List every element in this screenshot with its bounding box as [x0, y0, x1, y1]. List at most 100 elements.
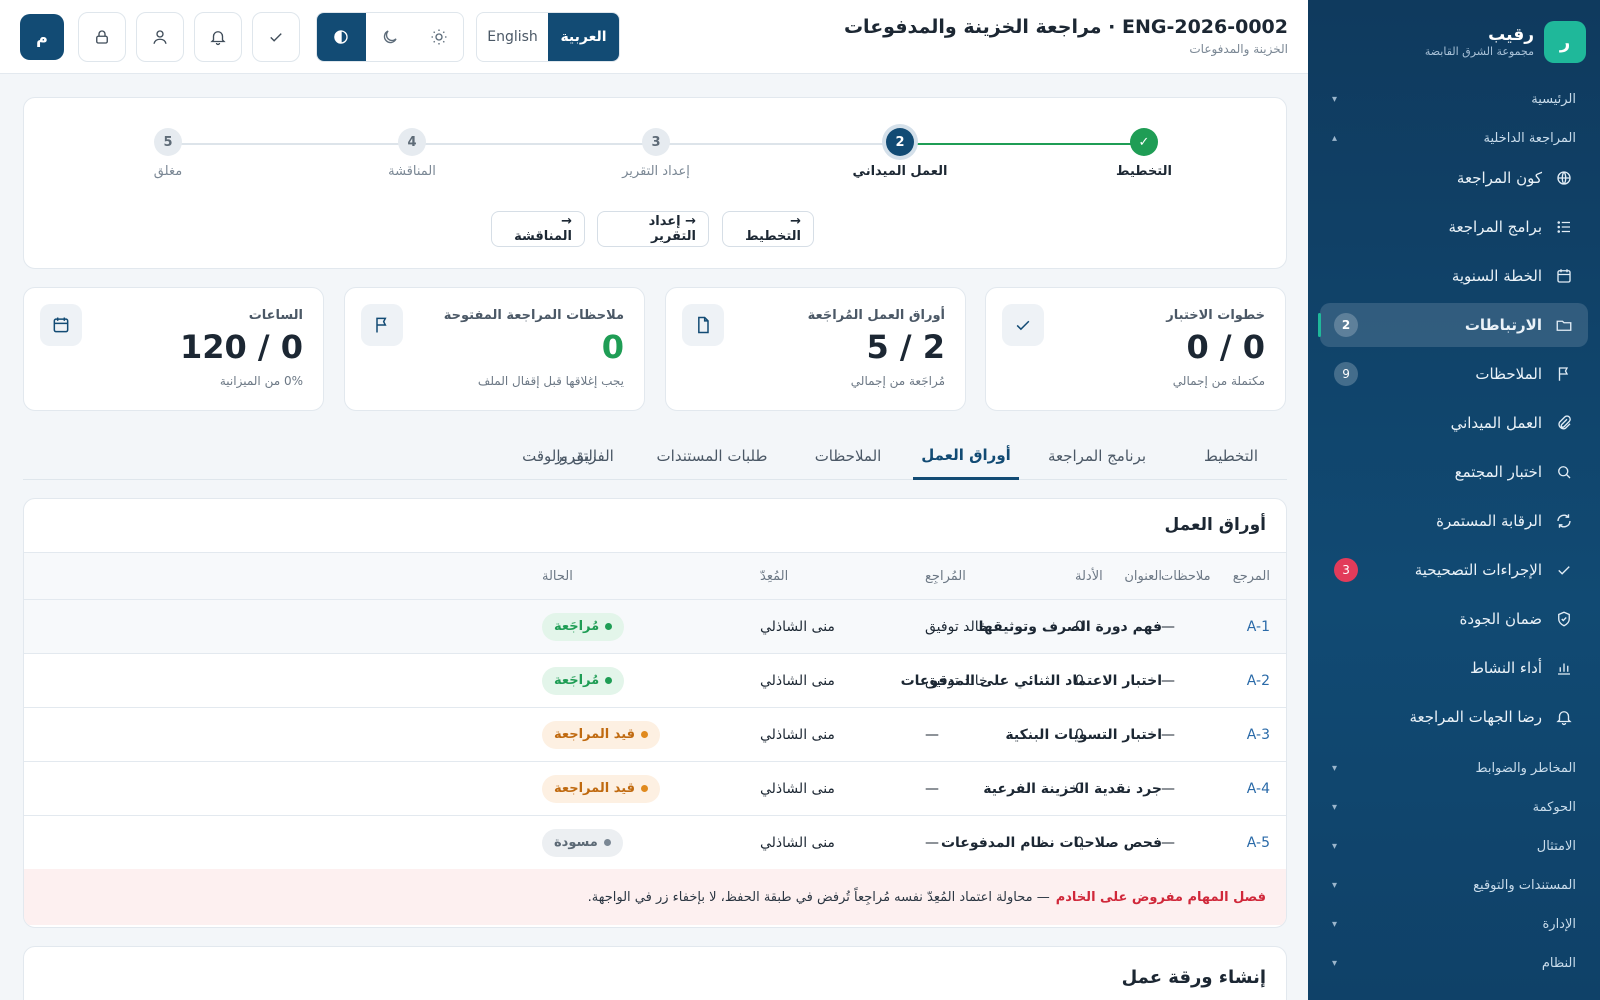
count-badge: 9: [1334, 362, 1358, 386]
sidebar-item-5[interactable]: العمل الميداني: [1320, 401, 1588, 445]
sidebar-item-10[interactable]: أداء النشاط: [1320, 646, 1588, 690]
profile-button[interactable]: [136, 12, 184, 62]
segregation-of-duties-notice: فصل المهام مفروض على الخادم — محاولة اعت…: [24, 869, 1286, 925]
sidebar-item-8[interactable]: الإجراءات التصحيحية 3: [1320, 548, 1588, 592]
tab-workpapers[interactable]: أوراق العمل: [913, 432, 1019, 480]
engagement-tabs: التخطيط برنامج المراجعة أوراق العمل المل…: [23, 432, 1287, 480]
step-label: إعداد التقرير: [622, 164, 690, 179]
lang-arabic-button[interactable]: العربية: [548, 13, 619, 61]
lang-english-button[interactable]: English: [477, 13, 548, 61]
notifications-button[interactable]: [194, 12, 242, 62]
workpaper-notes: —: [1161, 834, 1175, 851]
sidebar-item-7[interactable]: الرقابة المستمرة: [1320, 499, 1588, 543]
sidebar-item-3[interactable]: الارتباطات 2: [1318, 303, 1588, 347]
column-ref[interactable]: المرجع: [1233, 553, 1270, 599]
tab-planning[interactable]: التخطيط: [1175, 432, 1287, 480]
lock-button[interactable]: [78, 12, 126, 62]
workpaper-notes: —: [1161, 780, 1175, 797]
sidebar-item-1[interactable]: برامج المراجعة: [1320, 205, 1588, 249]
avatar[interactable]: م: [20, 14, 64, 60]
step-closed: 5 مغلق: [88, 128, 248, 179]
document-icon: [698, 316, 709, 334]
status-badge: مُراجَعة: [542, 612, 625, 641]
column-title[interactable]: العنوان: [1124, 553, 1162, 599]
sidebar-item-label: كون المراجعة: [1456, 169, 1542, 187]
move-to-discussion-button[interactable]: → المناقشة: [491, 211, 585, 247]
sidebar-section-administration[interactable]: الإدارة ▾: [1332, 913, 1576, 935]
sidebar: ر رقيب مجموعة الشرق القابضة الرئيسية ▾ ا…: [1308, 0, 1600, 1000]
contrast-theme-button[interactable]: [317, 13, 366, 61]
stat-title: أوراق العمل المُراجَعة: [807, 308, 945, 323]
sidebar-item-label: رضا الجهات المراجعة: [1409, 708, 1542, 726]
status-label: قيد المراجعة: [554, 781, 636, 796]
stat-value: 0 / 0: [1186, 328, 1266, 366]
move-to-planning-button[interactable]: → التخطيط: [722, 211, 814, 247]
list-icon: [1554, 217, 1574, 237]
light-theme-button[interactable]: [414, 13, 463, 61]
dark-theme-button[interactable]: [366, 13, 415, 61]
status-cell: قيد المراجعة: [542, 708, 661, 761]
move-to-reporting-button[interactable]: → إعداد التقرير: [597, 211, 709, 247]
sidebar-item-label: برامج المراجعة: [1448, 218, 1542, 236]
tab-report[interactable]: التقرير: [347, 432, 597, 480]
tab-audit-program[interactable]: برنامج المراجعة: [1031, 432, 1163, 480]
sidebar-section-compliance[interactable]: الامتثال ▾: [1332, 835, 1576, 857]
step-dot: 2: [886, 128, 914, 156]
column-reviewer[interactable]: المُراجِع: [925, 553, 966, 599]
workpaper-reviewer: خالد توفيق: [925, 672, 988, 689]
workpapers-panel: أوراق العمل المرجع العنوان الحالة المُعِ…: [23, 498, 1287, 928]
sidebar-section-risks[interactable]: المخاطر والضوابط ▾: [1332, 757, 1576, 779]
sidebar-section-home[interactable]: الرئيسية ▾: [1332, 88, 1576, 110]
status-dot-icon: [605, 677, 613, 684]
sidebar-item-4[interactable]: الملاحظات 9: [1320, 352, 1588, 396]
table-row[interactable]: A-5 فحص صلاحيات نظام المدفوعات منى الشاذلي…: [24, 816, 1286, 870]
sidebar-section-governance[interactable]: الحوكمة ▾: [1332, 796, 1576, 818]
check-icon: [1016, 320, 1030, 331]
table-row[interactable]: A-3 اختبار التسويات البنكية منى الشاذلي —0—…: [24, 708, 1286, 762]
workpaper-title[interactable]: جرد نقدية الخزينة الفرعية: [983, 762, 1162, 815]
count-badge: 3: [1334, 558, 1358, 582]
step-dot: 5: [154, 128, 182, 156]
column-notes[interactable]: ملاحظات: [1161, 553, 1211, 599]
calendar-icon: [1554, 266, 1574, 286]
sidebar-section-system[interactable]: النظام ▾: [1332, 952, 1576, 974]
paperclip-icon: [1554, 413, 1574, 433]
sidebar-item-2[interactable]: الخطة السنوية: [1320, 254, 1588, 298]
workpaper-ref[interactable]: A-5: [1247, 816, 1270, 869]
notice-text: — محاولة اعتماد المُعِدّ نفسه مُراجِعاً …: [587, 889, 1050, 905]
sidebar-section-documents[interactable]: المستندات والتوقيع ▾: [1332, 874, 1576, 896]
check-icon: [270, 33, 282, 42]
column-preparer[interactable]: المُعِدّ: [760, 553, 788, 599]
table-row[interactable]: A-1 فهم دورة الصرف وتوثيقها منى الشاذلي خال…: [24, 600, 1286, 654]
stat-hours: الساعات 120 / 0 0% من الميزانية: [23, 287, 324, 411]
step-label: المناقشة: [388, 164, 436, 179]
shield-icon: [1554, 609, 1574, 629]
workpaper-ref[interactable]: A-4: [1247, 762, 1270, 815]
sidebar-item-6[interactable]: اختبار المجتمع: [1320, 450, 1588, 494]
workpaper-title[interactable]: فحص صلاحيات نظام المدفوعات: [941, 816, 1162, 869]
table-row[interactable]: A-4 جرد نقدية الخزينة الفرعية منى الشاذلي —…: [24, 762, 1286, 816]
check-icon: [1554, 560, 1574, 580]
table-row[interactable]: A-2 اختبار الاعتماد الثنائي على المدفوعات…: [24, 654, 1286, 708]
theme-switcher: [316, 12, 464, 62]
workpaper-ref[interactable]: A-2: [1247, 654, 1270, 707]
sidebar-section-internal-audit[interactable]: المراجعة الداخلية ▴: [1332, 127, 1576, 149]
sidebar-item-9[interactable]: ضمان الجودة: [1320, 597, 1588, 641]
tasks-button[interactable]: [252, 12, 300, 62]
workpaper-title[interactable]: فهم دورة الصرف وتوثيقها: [979, 600, 1162, 653]
workpaper-ref[interactable]: A-1: [1247, 600, 1270, 653]
status-cell: قيد المراجعة: [542, 762, 661, 815]
workpaper-preparer: منى الشاذلي: [760, 618, 835, 635]
status-label: مُراجَعة: [554, 673, 600, 688]
tab-findings[interactable]: الملاحظات: [795, 432, 901, 480]
sidebar-item-11[interactable]: رضا الجهات المراجعة: [1320, 695, 1588, 739]
tab-document-requests[interactable]: طلبات المستندات: [641, 432, 783, 480]
notice-strong: فصل المهام مفروض على الخادم: [1055, 889, 1266, 905]
column-evidence[interactable]: الأدلة: [1075, 553, 1103, 599]
panel-title: أوراق العمل: [1164, 515, 1266, 535]
sidebar-item-0[interactable]: كون المراجعة: [1320, 156, 1588, 200]
column-status[interactable]: الحالة: [542, 553, 573, 599]
step-dot: 4: [398, 128, 426, 156]
workpaper-ref[interactable]: A-3: [1247, 708, 1270, 761]
breadcrumb[interactable]: الخزينة والمدفوعات: [844, 40, 1288, 58]
